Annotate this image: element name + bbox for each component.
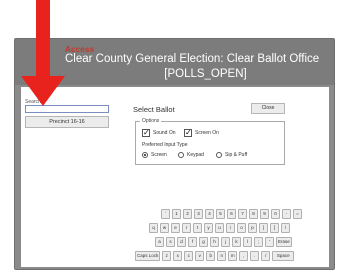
key-char[interactable]: w (160, 223, 169, 233)
key-char[interactable]: 0 (271, 209, 280, 219)
key-char[interactable]: = (293, 209, 302, 219)
key-char[interactable]: t (193, 223, 202, 233)
key-char[interactable]: h (210, 237, 219, 247)
screenshot-frame: Access Clear County General Election: Cl… (0, 0, 349, 272)
screen-radio[interactable] (142, 152, 148, 158)
key-char[interactable]: 4 (205, 209, 214, 219)
options-legend: Options (140, 118, 162, 124)
key-caps-lock[interactable]: Caps Lock (135, 251, 161, 261)
key-char[interactable]: m (228, 251, 238, 261)
keyboard-row-asdf: a s d f g h j k l; ' Erase (155, 237, 292, 247)
key-char[interactable]: ; (254, 237, 263, 247)
keyboard-row-zxcv: Caps Lock z x c v b n m,. / Space (135, 251, 295, 261)
election-title: Clear County General Election: Clear Bal… (65, 53, 320, 65)
key-char[interactable]: \ (281, 223, 290, 233)
key-char[interactable]: d (177, 237, 186, 247)
key-char[interactable]: c (184, 251, 194, 261)
annotation-arrow-shaft (36, 0, 50, 78)
screen-on-checkbox[interactable]: ✓ (184, 129, 192, 137)
precinct-button[interactable]: Precinct 16-16 (25, 116, 109, 128)
options-group: Options ✓ Sound On ✓ Screen On Preferred… (135, 118, 285, 165)
keypad-radio[interactable] (178, 152, 184, 158)
key-char[interactable]: ] (270, 223, 279, 233)
key-char[interactable]: i (226, 223, 235, 233)
key-char[interactable]: . (250, 251, 260, 261)
key-char[interactable]: ` (161, 209, 170, 219)
keypad-radio-label: Keypad (187, 152, 204, 158)
screen-radio-label: Screen (151, 152, 167, 158)
key-char[interactable]: j (221, 237, 230, 247)
key-char[interactable]: - (282, 209, 291, 219)
key-char[interactable]: / (261, 251, 271, 261)
key-char[interactable]: 2 (183, 209, 192, 219)
sip-and-puff-radio-label: Sip & Puff (225, 152, 248, 158)
key-char[interactable]: f (188, 237, 197, 247)
close-button[interactable]: Close (251, 103, 285, 114)
key-char[interactable]: g (199, 237, 208, 247)
key-char[interactable]: 8 (249, 209, 258, 219)
sound-on-label: Sound On (153, 130, 176, 136)
key-char[interactable]: r (182, 223, 191, 233)
key-char[interactable]: z (162, 251, 172, 261)
key-char[interactable]: s (166, 237, 175, 247)
key-char[interactable]: , (239, 251, 249, 261)
key-char[interactable]: n (217, 251, 227, 261)
key-char[interactable]: x (173, 251, 183, 261)
on-screen-keyboard: ` 1 2 3 4 5 6 7 8 9 0- = q w e r t y u i o p[] \ a s d f g h j k l; ' E… (135, 209, 327, 267)
key-char[interactable]: p (248, 223, 257, 233)
key-char[interactable]: v (195, 251, 205, 261)
key-char[interactable]: o (237, 223, 246, 233)
screen-on-label: Screen On (195, 130, 219, 136)
key-char[interactable]: 1 (172, 209, 181, 219)
sip-and-puff-radio[interactable] (216, 152, 222, 158)
key-char[interactable]: q (149, 223, 158, 233)
key-char[interactable]: 6 (227, 209, 236, 219)
key-char[interactable]: ' (265, 237, 274, 247)
key-char[interactable]: k (232, 237, 241, 247)
main-content: Search Precinct 16-16 Select Ballot Clos… (21, 87, 329, 267)
key-char[interactable]: u (215, 223, 224, 233)
sound-on-checkbox[interactable]: ✓ (142, 129, 150, 137)
key-char[interactable]: y (204, 223, 213, 233)
key-space[interactable]: Space (272, 251, 295, 261)
key-char[interactable]: b (206, 251, 216, 261)
keyboard-row-numbers: ` 1 2 3 4 5 6 7 8 9 0- = (161, 209, 302, 219)
key-erase[interactable]: Erase (276, 237, 292, 247)
annotation-arrow-head (21, 76, 65, 106)
key-char[interactable]: [ (259, 223, 268, 233)
device-screen: Access Clear County General Election: Cl… (14, 38, 335, 270)
select-ballot-title: Select Ballot (133, 105, 175, 114)
key-char[interactable]: 7 (238, 209, 247, 219)
key-char[interactable]: a (155, 237, 164, 247)
input-type-label: Preferred Input Type (142, 142, 188, 148)
search-input[interactable] (25, 105, 109, 113)
keyboard-row-qwerty: q w e r t y u i o p[] \ (149, 223, 290, 233)
key-char[interactable]: 5 (216, 209, 225, 219)
key-char[interactable]: l (243, 237, 252, 247)
key-char[interactable]: 3 (194, 209, 203, 219)
key-char[interactable]: 9 (260, 209, 269, 219)
key-char[interactable]: e (171, 223, 180, 233)
